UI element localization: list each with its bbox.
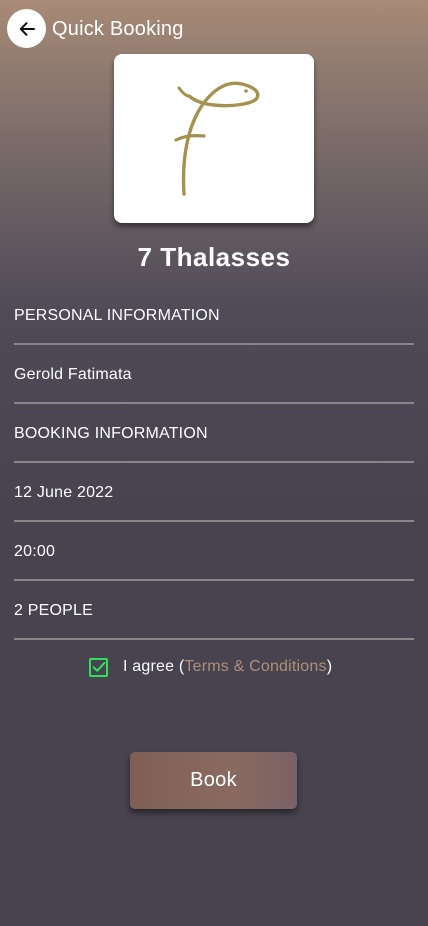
app-header: Quick Booking <box>0 0 428 58</box>
page-title: Quick Booking <box>52 18 184 40</box>
terms-agreement: I agree (Terms & Conditions) <box>89 655 332 679</box>
name-field[interactable]: Gerold Fatimata <box>14 345 414 404</box>
people-value: 2 PEOPLE <box>14 602 93 619</box>
personal-info-section-header: PERSONAL INFORMATION <box>14 286 414 345</box>
section-label: BOOKING INFORMATION <box>14 425 208 442</box>
agree-label: I agree (Terms & Conditions) <box>123 658 332 676</box>
terms-link[interactable]: Terms & Conditions <box>184 658 326 675</box>
people-field[interactable]: 2 PEOPLE <box>14 581 414 640</box>
booking-info-section-header: BOOKING INFORMATION <box>14 404 414 463</box>
back-button[interactable] <box>7 9 46 48</box>
agree-prefix: I agree ( <box>123 658 185 675</box>
book-button[interactable]: Book <box>130 752 297 809</box>
venue-logo-card <box>114 54 314 223</box>
agree-checkbox[interactable] <box>89 657 108 677</box>
fish-f-logo <box>174 81 260 196</box>
agree-suffix: ) <box>326 658 333 675</box>
name-value: Gerold Fatimata <box>14 366 132 383</box>
time-field[interactable]: 20:00 <box>14 522 414 581</box>
section-label: PERSONAL INFORMATION <box>14 307 220 324</box>
checkmark-icon <box>92 661 105 672</box>
date-field[interactable]: 12 June 2022 <box>14 463 414 522</box>
date-value: 12 June 2022 <box>14 484 114 501</box>
arrow-left-icon <box>19 21 35 36</box>
venue-name: 7 Thalasses <box>137 242 291 272</box>
time-value: 20:00 <box>14 543 56 560</box>
